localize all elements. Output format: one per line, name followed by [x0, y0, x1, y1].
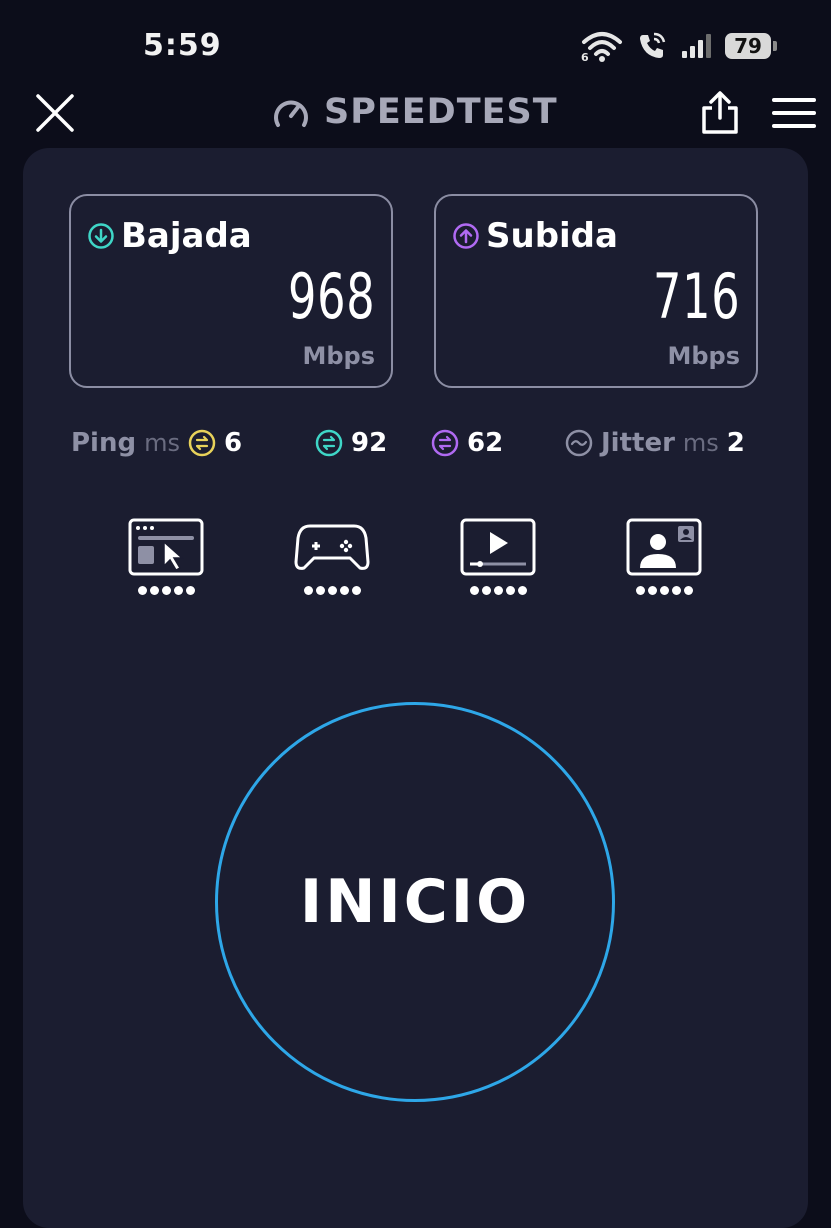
download-label: Bajada — [121, 216, 252, 256]
video-call-rating — [635, 586, 693, 595]
jitter-value: 2 — [726, 428, 745, 458]
download-header: Bajada — [87, 216, 252, 256]
metrics-row: Ping ms 6 92 62 Jitter ms 2 — [71, 428, 791, 468]
upload-arrow-icon — [453, 223, 479, 249]
status-icons: 6 79 — [581, 30, 777, 62]
usage-indicators — [23, 518, 808, 608]
menu-icon[interactable] — [772, 96, 816, 130]
top-bar: SPEEDTEST — [0, 80, 831, 144]
ping-download-metric: 92 — [315, 428, 387, 458]
ping-download-icon — [315, 429, 343, 457]
upload-card: Subida 716 Mbps — [434, 194, 758, 388]
ping-upload-metric: 62 — [431, 428, 503, 458]
upload-label: Subida — [486, 216, 618, 256]
ping-unit: ms — [144, 429, 180, 457]
results-panel: Bajada 968 Mbps Subida 716 Mbps Ping ms … — [23, 148, 808, 1228]
start-button-label: INICIO — [299, 867, 531, 937]
download-unit: Mbps — [302, 342, 375, 370]
status-bar: 5:59 6 79 — [0, 0, 831, 90]
browsing-rating — [137, 586, 195, 595]
start-button[interactable]: INICIO — [215, 702, 615, 1102]
wifi-icon: 6 — [581, 32, 622, 62]
cellular-signal-icon — [682, 34, 711, 58]
usage-video-call[interactable] — [626, 518, 702, 595]
usage-streaming[interactable] — [460, 518, 536, 595]
ping-metric: Ping ms 6 — [71, 428, 242, 458]
gaming-rating — [303, 586, 361, 595]
jitter-icon — [565, 429, 593, 457]
status-time: 5:59 — [143, 28, 222, 63]
speedometer-icon — [274, 100, 308, 127]
usage-gaming[interactable] — [294, 518, 370, 595]
download-card: Bajada 968 Mbps — [69, 194, 393, 388]
app-title: SPEEDTEST — [324, 92, 558, 132]
jitter-label: Jitter — [601, 428, 675, 458]
svg-text:6: 6 — [581, 51, 589, 62]
upload-value: 716 — [652, 260, 740, 333]
share-icon[interactable] — [700, 90, 740, 134]
upload-header: Subida — [452, 216, 618, 256]
web-browsing-icon — [128, 518, 204, 576]
ping-label: Ping — [71, 428, 137, 458]
wifi-calling-icon — [640, 32, 666, 58]
close-icon[interactable] — [34, 92, 76, 134]
video-streaming-icon — [460, 518, 536, 576]
brand: SPEEDTEST — [272, 92, 558, 132]
download-value: 968 — [287, 260, 375, 333]
download-arrow-icon — [88, 223, 114, 249]
battery-icon: 79 — [725, 33, 777, 59]
jitter-unit: ms — [682, 429, 719, 457]
upload-unit: Mbps — [667, 342, 740, 370]
gaming-icon — [294, 524, 370, 570]
ping-idle-icon — [188, 429, 216, 457]
ping-upload-icon — [431, 429, 459, 457]
video-call-icon — [626, 518, 702, 576]
jitter-metric: Jitter ms 2 — [565, 428, 745, 458]
streaming-rating — [469, 586, 527, 595]
ping-upload-value: 62 — [467, 428, 504, 458]
ping-download-value: 92 — [351, 428, 388, 458]
usage-browsing[interactable] — [128, 518, 204, 595]
ping-idle-value: 6 — [223, 428, 243, 458]
